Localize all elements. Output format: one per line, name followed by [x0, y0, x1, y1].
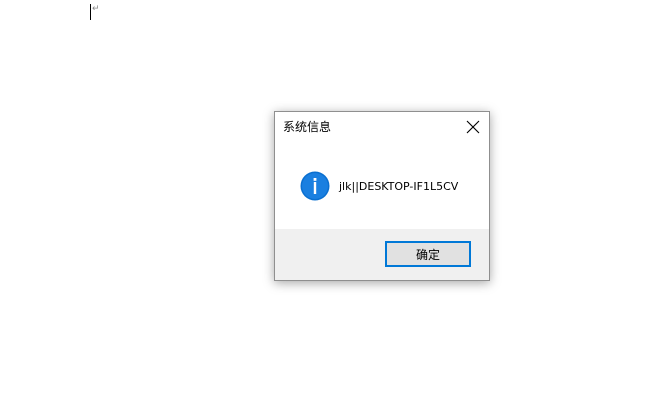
dialog-title: 系统信息: [283, 120, 332, 134]
dialog-message: jlk||DESKTOP-IF1L5CV: [339, 180, 459, 193]
dialog-titlebar[interactable]: 系统信息: [275, 112, 489, 142]
ok-button[interactable]: 确定: [385, 241, 471, 267]
text-cursor: [90, 4, 91, 20]
page: ↵ 系统信息 jlk||DESKTOP-IF1L5CV 确定: [0, 0, 650, 410]
message-box: 系统信息 jlk||DESKTOP-IF1L5CV 确定: [274, 111, 490, 281]
ok-button-label: 确定: [415, 247, 440, 262]
dialog-content: jlk||DESKTOP-IF1L5CV: [275, 142, 489, 230]
dialog-footer: 确定: [275, 229, 489, 280]
close-icon: [466, 120, 480, 134]
info-icon: [300, 171, 330, 201]
paragraph-mark: ↵: [92, 4, 100, 14]
close-button[interactable]: [461, 115, 485, 139]
